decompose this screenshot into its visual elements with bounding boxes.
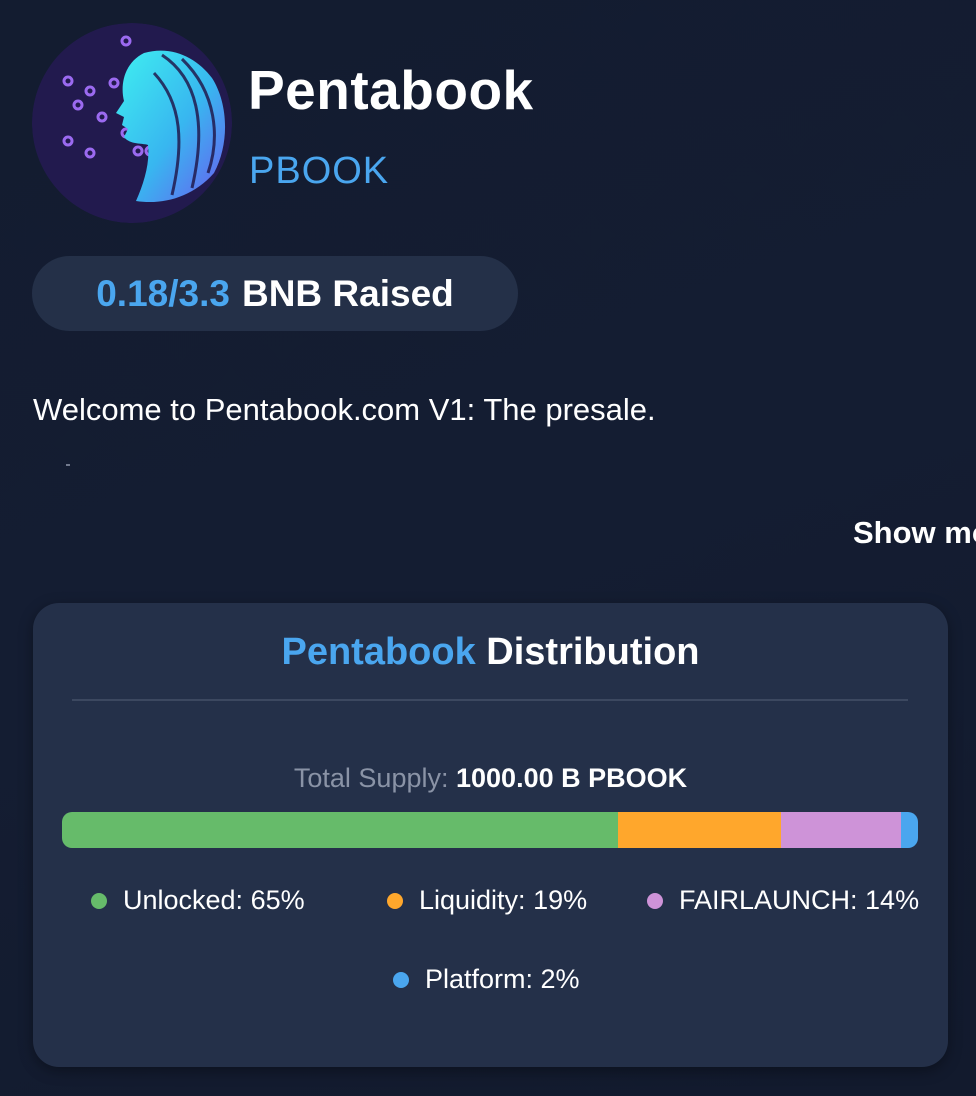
project-symbol: PBOOK — [249, 150, 390, 192]
legend-item-liquidity: Liquidity: 19% — [387, 885, 587, 916]
legend-label: FAIRLAUNCH: 14% — [679, 885, 920, 915]
legend-label: Unlocked: 65% — [123, 885, 305, 915]
distribution-segment-unlocked — [62, 812, 619, 848]
divider — [72, 699, 908, 701]
distribution-title: Pentabook Distribution — [33, 631, 948, 674]
distribution-title-rest: Distribution — [486, 631, 700, 673]
legend-dot-icon — [393, 971, 409, 988]
legend-label: Platform: 2% — [425, 964, 580, 994]
total-supply: Total Supply: 1000.00 B PBOOK — [33, 763, 948, 794]
description-text: Welcome to Pentabook.com V1: The presale… — [33, 392, 656, 427]
legend-dot-icon — [387, 892, 403, 909]
raised-badge: 0.18/3.3 BNB Raised — [32, 256, 518, 331]
distribution-title-name: Pentabook — [281, 631, 476, 673]
legend-item-unlocked: Unlocked: 65% — [91, 885, 305, 916]
distribution-segment-platform — [900, 812, 918, 848]
legend-item-platform: Platform: 2% — [393, 964, 580, 995]
project-name: Pentabook — [248, 59, 534, 121]
show-more-button[interactable]: Show more — [853, 515, 976, 551]
total-supply-label: Total Supply: — [293, 763, 449, 793]
raised-amount: 0.18/3.3 — [96, 272, 230, 314]
cyber-woman-profile-icon — [32, 23, 232, 223]
raised-unit: BNB Raised — [241, 272, 454, 314]
total-supply-value: 1000.00 B PBOOK — [456, 763, 688, 793]
project-logo — [32, 23, 232, 223]
distribution-segment-fairlaunch — [781, 812, 901, 848]
distribution-segment-liquidity — [618, 812, 782, 848]
legend-label: Liquidity: 19% — [419, 885, 588, 915]
distribution-bar — [62, 812, 918, 848]
legend-item-fairlaunch: FAIRLAUNCH: 14% — [647, 885, 919, 916]
legend-dot-icon — [647, 892, 663, 909]
legend-dot-icon — [91, 892, 107, 909]
description-fade-mark — [66, 464, 70, 466]
distribution-card: Pentabook Distribution Total Supply: 100… — [33, 603, 948, 1067]
